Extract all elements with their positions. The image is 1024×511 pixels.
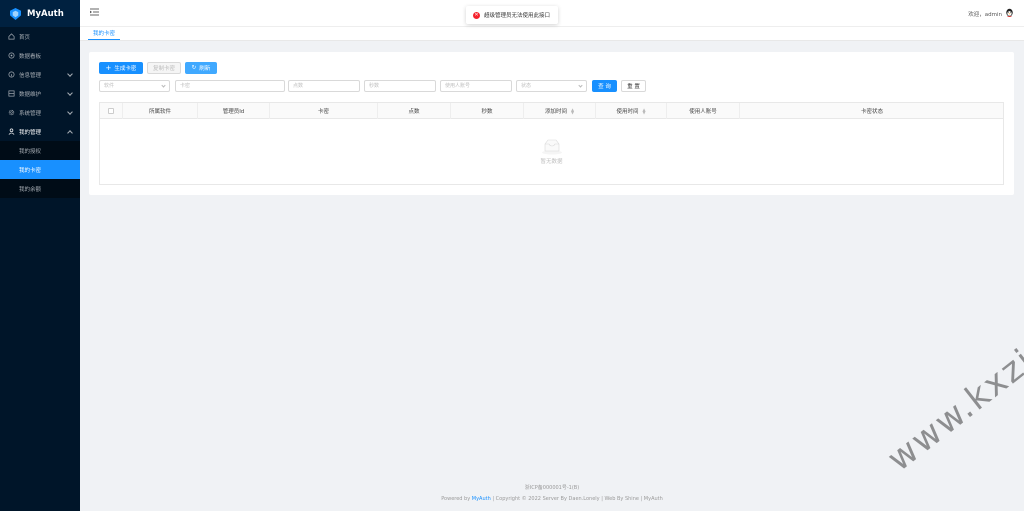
settings-icon [8,109,15,116]
column-label: 秒数 [481,109,493,115]
status-select[interactable] [516,80,587,92]
column-header-add-time[interactable]: 添加时间 ▲ ▼ [524,103,596,119]
sidebar-item-label: 系统管理 [19,110,42,117]
logo[interactable]: MyAuth [0,0,80,27]
column-header-admin-id[interactable]: 管理员Id [198,103,270,119]
welcome-text[interactable]: 欢迎，admin [968,10,1002,18]
sidebar-subitem-my-balance[interactable]: 我的余额 [0,179,80,198]
sort-icon[interactable]: ▲ ▼ [571,108,574,115]
chevron-down-icon [67,71,73,77]
submenu: 我的授权 我的卡密 我的余额 [0,141,80,198]
sidebar-item-system[interactable]: 系统管理 [0,103,80,122]
tab-my-cards[interactable]: 我的卡密 [88,27,121,40]
empty-text: 暂无数据 [540,159,563,165]
column-label: 管理员Id [222,109,245,115]
tab-bar: 我的卡密 [80,27,1024,41]
copy-card-button[interactable]: 复制卡密 [147,62,181,74]
software-select[interactable] [99,80,170,92]
empty-state: 暂无数据 [100,119,1003,185]
column-header-seconds[interactable]: 秒数 [451,103,524,119]
sidebar-item-dashboard[interactable]: 数据看板 [0,46,80,65]
points-input[interactable] [288,80,360,92]
column-label: 点数 [408,109,420,115]
sidebar-item-label: 数据维护 [19,91,42,98]
error-toast: ✕ 超级管理员无法使用此接口 [466,6,558,24]
powered-prefix: Powered by [441,496,472,502]
copy-card-label: 复制卡密 [152,66,175,72]
sidebar-item-my-management[interactable]: 我的管理 [0,122,80,141]
sidebar-item-home[interactable]: 首页 [0,27,80,46]
table-header: 所属软件 管理员Id 卡密 点数 秒数 添加时间 ▲ ▼ 使用时间 ▲ ▼ 使用人账… [100,103,1003,119]
toast-message: 超级管理员无法使用此接口 [484,13,551,19]
sidebar-item-label: 信息管理 [19,72,42,79]
column-label: 使用人账号 [689,109,717,115]
user-icon [8,128,15,135]
sidebar-item-info[interactable]: 信息管理 [0,65,80,84]
watermark: www.kxzi.cn [880,305,1024,480]
sidebar: MyAuth 首页 数据看板 信息管理 数据维护 系统管理 我的管理 我的授权 … [0,0,80,511]
home-icon [8,33,15,40]
column-label: 卡密状态 [860,109,883,115]
select-all-checkbox[interactable] [108,108,114,114]
plus-icon: + [105,64,112,72]
icp-record[interactable]: 浙ICP备000001号-1(B) [80,484,1024,491]
refresh-label: 刷新 [199,66,211,72]
icp-text: 浙ICP备000001号-1(B) [524,485,580,491]
database-icon [8,90,15,97]
sidebar-subitem-my-authorization[interactable]: 我的授权 [0,141,80,160]
copyright-text: | Copyright © 2022 Server By Daen.Lonely… [490,496,663,502]
column-header-software[interactable]: 所属软件 [123,103,198,119]
column-header-card-status[interactable]: 卡密状态 [740,103,1004,119]
column-header-user-account[interactable]: 使用人账号 [667,103,740,119]
powered-link[interactable]: MyAuth [472,496,491,502]
column-header-points[interactable]: 点数 [378,103,451,119]
app-name: MyAuth [27,8,64,19]
menu-fold-icon[interactable] [90,8,99,16]
column-header-use-time[interactable]: 使用时间 ▲ ▼ [596,103,667,119]
reset-button[interactable]: 重 置 [621,80,646,92]
column-header-card[interactable]: 卡密 [270,103,378,119]
seconds-input[interactable] [364,80,436,92]
chevron-up-icon [67,130,73,136]
content-card: + 生成卡密 复制卡密 ↻ 刷新 查 询 重 置 所属软件 管理员Id 卡密 点… [89,52,1014,195]
close-circle-icon: ✕ [473,11,480,19]
logo-icon [10,7,21,20]
refresh-icon: ↻ [191,65,197,71]
refresh-button[interactable]: ↻ 刷新 [185,62,217,74]
chevron-down-icon [67,90,73,96]
sidebar-item-label: 数据看板 [19,53,42,60]
select-all-cell [100,103,123,119]
dashboard-icon [8,52,15,59]
info-icon [8,71,15,78]
avatar[interactable] [1005,8,1014,18]
sidebar-item-label: 首页 [19,34,31,41]
sidebar-item-data-maintenance[interactable]: 数据维护 [0,84,80,103]
sort-icon[interactable]: ▲ ▼ [642,108,645,115]
sidebar-item-label: 我的管理 [19,129,42,136]
copyright: Powered by MyAuth | Copyright © 2022 Ser… [80,496,1024,502]
generate-card-label: 生成卡密 [114,66,137,72]
user-account-input[interactable] [440,80,512,92]
chevron-down-icon [67,109,73,115]
generate-card-button[interactable]: + 生成卡密 [99,62,143,74]
empty-inbox-icon [541,139,562,155]
column-label: 卡密 [317,109,329,115]
cards-table: 所属软件 管理员Id 卡密 点数 秒数 添加时间 ▲ ▼ 使用时间 ▲ ▼ 使用人账… [99,102,1004,185]
column-label: 使用时间 [616,109,639,115]
query-button[interactable]: 查 询 [592,80,617,92]
column-label: 添加时间 [544,109,567,115]
card-input[interactable] [175,80,285,92]
sidebar-subitem-my-cards[interactable]: 我的卡密 [0,160,80,179]
column-label: 所属软件 [148,109,171,115]
